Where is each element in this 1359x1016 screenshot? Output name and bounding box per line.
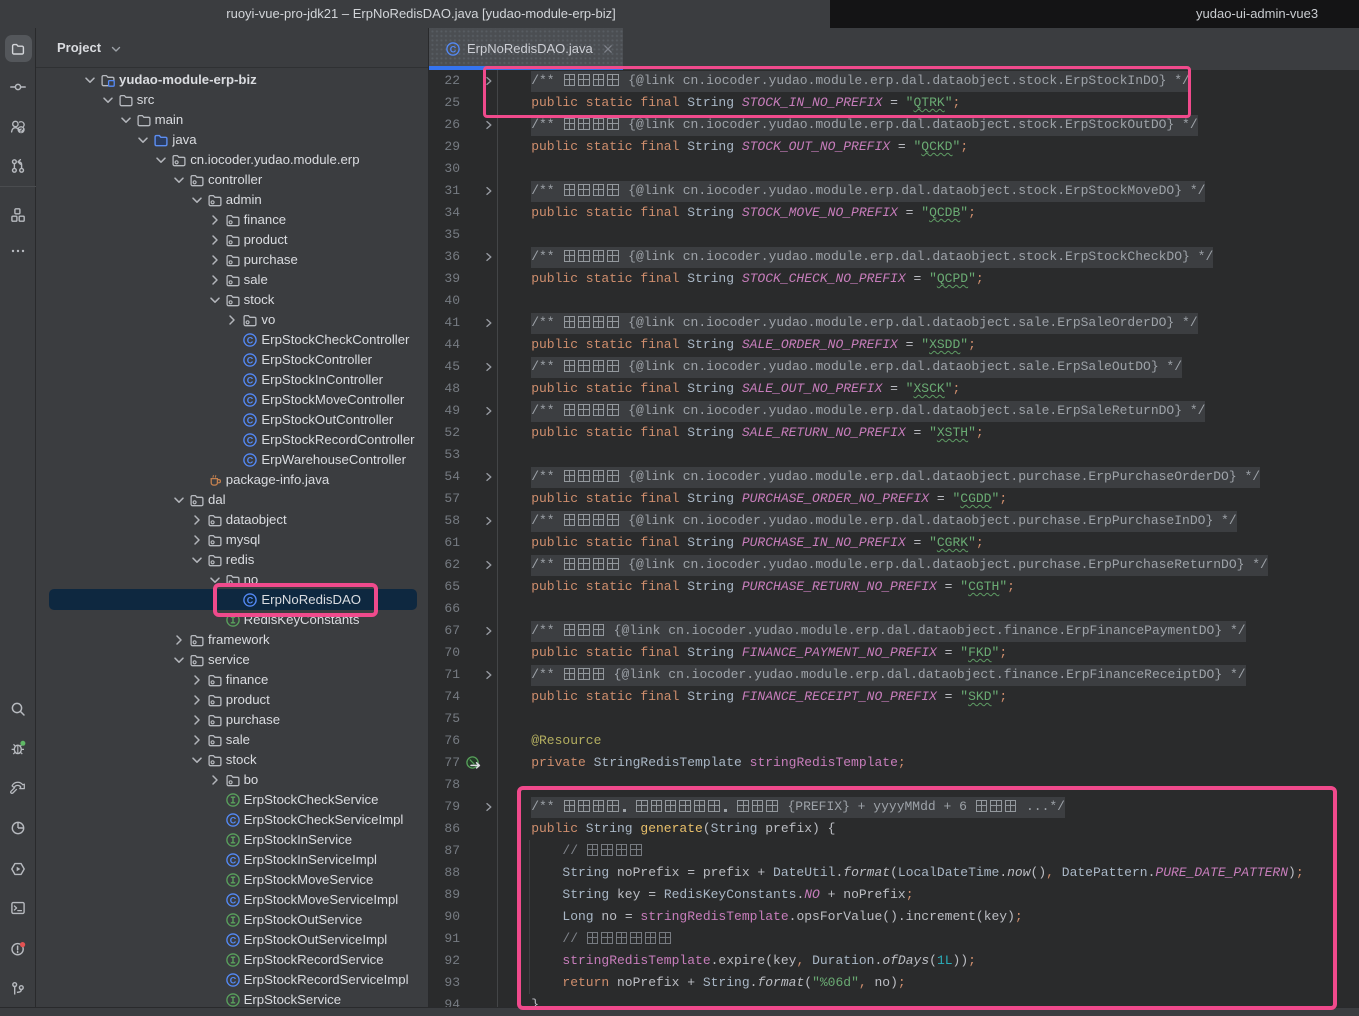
svg-text:C: C [229,815,236,825]
svg-text:C: C [229,975,236,985]
svg-text:C: C [229,895,236,905]
svg-text:C: C [229,855,236,865]
svg-text:C: C [450,44,457,54]
svg-text:C: C [229,935,236,945]
svg-text:C: C [247,415,254,425]
svg-text:?: ? [19,125,24,134]
svg-text:C: C [247,355,254,365]
svg-text:C: C [247,395,254,405]
svg-text:C: C [247,375,254,385]
svg-text:C: C [247,335,254,345]
svg-text:C: C [247,455,254,465]
svg-text:C: C [247,435,254,445]
